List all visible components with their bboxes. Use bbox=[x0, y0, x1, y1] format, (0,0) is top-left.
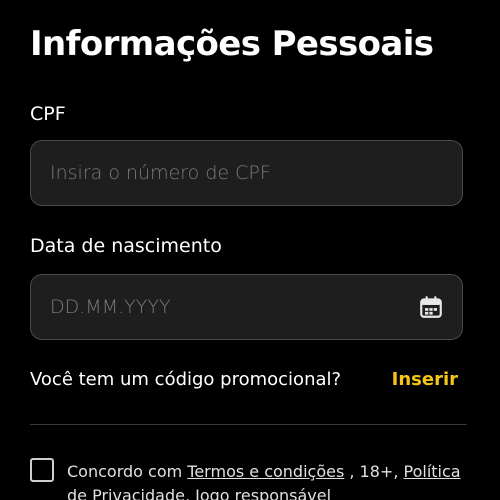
calendar-icon[interactable] bbox=[418, 294, 444, 320]
birthdate-input-box bbox=[30, 274, 463, 340]
promo-code-question: Você tem um código promocional? bbox=[30, 369, 342, 390]
birthdate-label: Data de nascimento bbox=[30, 235, 222, 257]
insert-promo-code-link[interactable]: Inserir bbox=[392, 369, 458, 390]
terms-separator-2: , bbox=[184, 486, 196, 500]
divider bbox=[30, 424, 467, 425]
terms-agreement-text: Concordo com Termos e condições , 18+, P… bbox=[67, 460, 477, 500]
terms-link[interactable]: Termos e condições bbox=[187, 462, 344, 481]
cpf-input[interactable] bbox=[50, 141, 390, 205]
cpf-label: CPF bbox=[30, 103, 66, 125]
cpf-input-box bbox=[30, 140, 463, 206]
birthdate-input[interactable] bbox=[50, 275, 390, 339]
terms-prefix: Concordo com bbox=[67, 462, 188, 481]
promo-code-row: Você tem um código promocional? Inserir bbox=[30, 369, 460, 395]
responsible-gaming-link[interactable]: Jogo responsável bbox=[195, 486, 331, 500]
terms-checkbox[interactable] bbox=[30, 458, 54, 482]
personal-info-page: Informações Pessoais CPF Data de nascime… bbox=[0, 0, 500, 500]
terms-separator: , 18+, bbox=[344, 462, 404, 481]
page-title: Informações Pessoais bbox=[30, 24, 434, 64]
